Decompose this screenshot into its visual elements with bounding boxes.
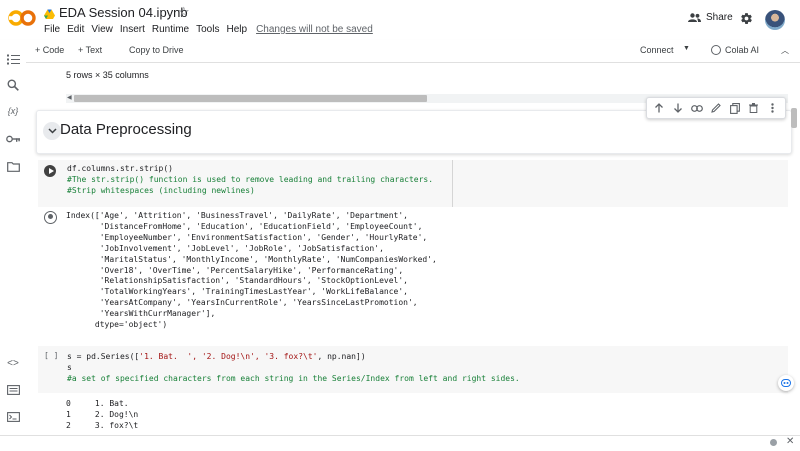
colab-ai-label: Colab AI [725,45,760,55]
collapse-section-button[interactable] [43,122,61,140]
mirror-cell-icon[interactable] [728,101,742,115]
gemini-chat-button[interactable] [778,375,794,391]
output-actions-icon[interactable] [44,211,57,224]
menu-bar: File Edit View Insert Runtime Tools Help… [44,24,380,35]
colab-logo[interactable] [8,9,36,27]
code-comment: #The str.strip() function is used to rem… [67,174,434,184]
chevron-up-icon[interactable]: ︿ [781,45,789,56]
share-label: Share [706,12,733,23]
close-icon[interactable]: ✕ [786,436,794,447]
code-text: , np.nan]) [317,352,366,361]
table-of-contents-icon[interactable] [6,52,20,66]
header: EDA Session 04.ipynb ☆ File Edit View In… [0,0,800,40]
code-comment: #Strip whitespaces (including newlines) [67,185,255,195]
delete-icon[interactable] [747,101,761,115]
notebook-title[interactable]: EDA Session 04.ipynb [59,5,188,20]
menu-help[interactable]: Help [226,24,247,35]
search-icon[interactable] [6,78,20,92]
line-length-ruler [452,160,453,207]
cell-toolbar [646,97,786,119]
code-text: s = pd.Series([ [67,352,140,361]
menu-runtime[interactable]: Runtime [152,24,189,35]
notebook-area: 5 rows × 35 columns ◀ Data Preprocessing [26,63,800,435]
star-icon[interactable]: ☆ [178,4,190,20]
code-cell[interactable]: [ ] s = pd.Series(['1. Bat. ', '2. Dog!\… [38,346,788,393]
link-icon[interactable] [690,101,704,115]
add-text-button[interactable]: + Text [78,45,102,55]
gear-icon[interactable] [740,12,753,30]
people-icon [688,13,701,22]
share-button[interactable]: Share [688,12,733,23]
code-snippets-icon[interactable]: <> [6,356,20,370]
vertical-scrollbar-thumb[interactable] [791,108,797,128]
menu-tools[interactable]: Tools [196,24,219,35]
scroll-left-icon[interactable]: ◀ [67,94,72,101]
copy-to-drive-button[interactable]: Copy to Drive [129,45,184,55]
connect-button[interactable]: Connect [640,45,674,55]
section-heading: Data Preprocessing [60,121,192,138]
colab-ai-button[interactable]: Colab AI [711,45,759,55]
variables-icon[interactable]: {x} [6,104,20,118]
gemini-icon [781,379,791,387]
menu-view[interactable]: View [91,24,113,35]
code-line: s [67,362,72,372]
code-string: '1. Bat. ', '2. Dog!\n', '3. fox?\t' [139,352,318,361]
edit-icon[interactable] [709,101,723,115]
status-indicator[interactable] [770,439,777,446]
more-options-icon[interactable] [765,101,779,115]
dataframe-shape-text: 5 rows × 35 columns [66,70,149,80]
run-cell-button[interactable] [44,165,56,177]
execution-count[interactable]: [ ] [44,351,58,360]
scrollbar-thumb[interactable] [74,95,427,102]
avatar[interactable] [765,10,785,30]
chevron-down-icon[interactable]: ▼ [683,45,690,52]
code-cell[interactable]: df.columns.str.strip() #The str.strip() … [38,160,788,207]
code-editor[interactable]: df.columns.str.strip() #The str.strip() … [67,164,433,197]
code-line: df.columns.str.strip() [67,164,173,173]
command-palette-icon[interactable] [6,383,20,397]
unsaved-changes-link[interactable]: Changes will not be saved [256,24,373,35]
drive-file-icon [44,7,55,19]
menu-edit[interactable]: Edit [67,24,84,35]
folder-icon[interactable] [6,160,20,174]
add-code-button[interactable]: + Code [35,45,64,55]
status-bar: ✕ [0,435,800,451]
chevron-down-icon [47,128,57,134]
menu-insert[interactable]: Insert [120,24,145,35]
notebook-toolbar: + Code + Text Copy to Drive Connect ▼ Co… [0,40,800,63]
cell-output: 0 1. Bat. 1 2. Dog!\n 2 3. fox?\t [66,399,139,430]
menu-file[interactable]: File [44,24,60,35]
code-editor[interactable]: s = pd.Series(['1. Bat. ', '2. Dog!\n', … [67,352,520,385]
colab-ai-icon [711,45,721,55]
move-down-icon[interactable] [671,101,685,115]
cell-output: Index(['Age', 'Attrition', 'BusinessTrav… [66,211,437,330]
terminal-icon[interactable] [6,410,20,424]
key-icon[interactable] [6,132,20,146]
move-up-icon[interactable] [652,101,666,115]
code-comment: #a set of specified characters from each… [67,373,520,383]
sidebar: {x} <> [0,40,26,435]
